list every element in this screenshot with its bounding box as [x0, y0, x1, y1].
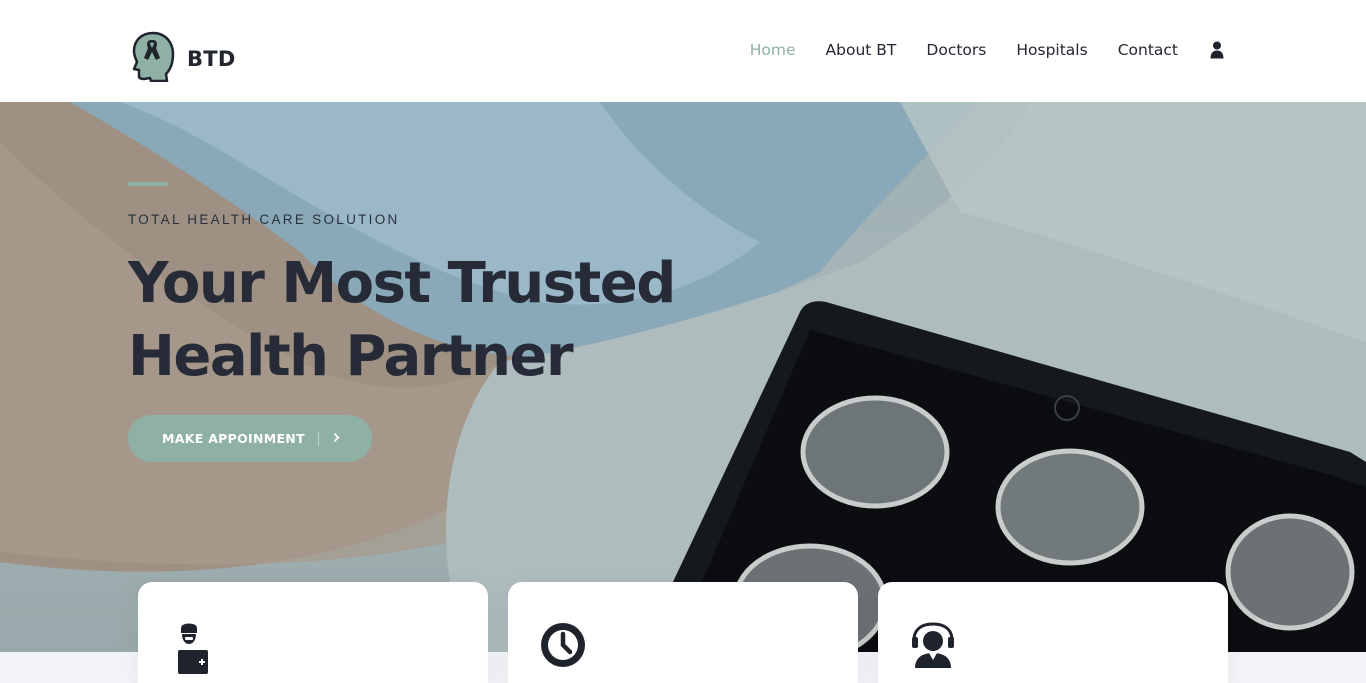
doctor-icon [168, 618, 224, 674]
hero-headline-line-1: Your Most Trusted [128, 251, 676, 316]
hero-section: TOTAL HEALTH CARE SOLUTION Your Most Tru… [0, 102, 1366, 652]
site-header: BTD Home About BT Doctors Hospitals Cont… [0, 0, 1366, 102]
make-appointment-button[interactable]: MAKE APPOINMENT [128, 415, 372, 462]
accent-line [128, 182, 168, 186]
clock-icon [538, 618, 594, 674]
support-agent-icon [908, 618, 964, 674]
brand-name: BTD [187, 46, 236, 71]
cta-label: MAKE APPOINMENT [162, 431, 305, 446]
brand-logo[interactable]: BTD [130, 30, 236, 87]
cta-divider [317, 431, 319, 446]
head-ribbon-icon [130, 30, 176, 87]
hero-content: TOTAL HEALTH CARE SOLUTION Your Most Tru… [128, 182, 676, 462]
feature-card-support[interactable] [878, 582, 1228, 683]
hero-eyebrow: TOTAL HEALTH CARE SOLUTION [128, 212, 400, 227]
nav-hospitals[interactable]: Hospitals [1016, 40, 1087, 60]
hero-headline: Your Most Trusted Health Partner [128, 247, 676, 393]
user-icon[interactable] [1210, 41, 1224, 59]
nav-contact[interactable]: Contact [1118, 40, 1178, 60]
main-nav: Home About BT Doctors Hospitals Contact [720, 40, 1224, 60]
hero-headline-line-2: Health Partner [128, 324, 574, 389]
chevron-right-icon [333, 431, 340, 447]
feature-card-doctors[interactable] [138, 582, 488, 683]
nav-home[interactable]: Home [750, 40, 796, 60]
nav-doctors[interactable]: Doctors [926, 40, 986, 60]
feature-card-hours[interactable] [508, 582, 858, 683]
nav-about-bt[interactable]: About BT [826, 40, 897, 60]
